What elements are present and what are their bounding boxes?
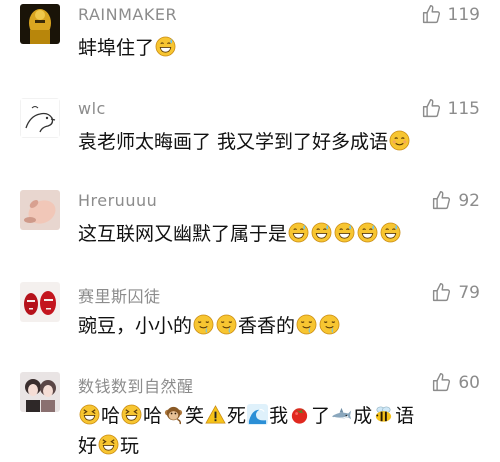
thumbs-up-icon (431, 282, 452, 303)
avatar-image (20, 4, 60, 44)
text-segment: 好 (78, 435, 98, 457)
like-count: 92 (458, 190, 480, 211)
grin-sweat-emoji (334, 222, 355, 243)
thumbs-up-icon (421, 98, 442, 119)
grin-sweat-emoji (288, 222, 309, 243)
text-segment: 玩 (120, 435, 140, 457)
comment-item: 赛里斯囚徒 79 豌豆，小小的 香香的 (0, 282, 500, 352)
thumbs-up-icon (421, 4, 442, 25)
username[interactable]: Hreruuuu (78, 191, 157, 210)
avatar-image (20, 372, 60, 412)
text-segment: 袁老师太晦画了 我又学到了好多成语 (78, 131, 389, 153)
text-segment: 香香的 (238, 315, 296, 337)
like-control: 119 (421, 4, 480, 25)
like-count: 115 (447, 98, 480, 119)
comment-text: 蚌埠住了 (78, 33, 478, 63)
avatar[interactable] (20, 98, 60, 138)
grin-sweat-emoji (155, 36, 176, 57)
drooling-emoji (193, 314, 214, 335)
like-count: 60 (458, 372, 480, 393)
thumbs-up-icon (431, 190, 452, 211)
thumbs-up-icon (431, 372, 452, 393)
like-control: 60 (431, 372, 480, 393)
like-button[interactable]: 119 (421, 4, 480, 25)
username[interactable]: wlc (78, 99, 106, 118)
comment-text: 袁老师太晦画了 我又学到了好多成语 (78, 127, 478, 157)
text-segment: 哈 (101, 405, 121, 427)
like-button[interactable]: 92 (431, 190, 480, 211)
blush-smile-emoji (389, 130, 410, 151)
text-segment: 了 (311, 405, 331, 427)
comment-item: RAINMAKER 119 蚌埠住了 (0, 4, 500, 74)
like-control: 79 (431, 282, 480, 303)
avatar[interactable] (20, 282, 60, 322)
drooling-emoji (296, 314, 317, 335)
text-segment: 哈 (143, 405, 163, 427)
wave-icon (247, 404, 269, 425)
text-segment: 我 (269, 405, 289, 427)
grin-sweat-emoji (357, 222, 378, 243)
like-count: 79 (458, 282, 480, 303)
comment-list: RAINMAKER 119 蚌埠住了 wlc 115 袁老师太晦画了 我又学到了… (0, 0, 500, 462)
shark-icon (331, 404, 352, 425)
bee-icon (373, 404, 394, 425)
like-button[interactable]: 60 (431, 372, 480, 393)
text-segment: 死 (227, 405, 247, 427)
tomato-icon (289, 404, 310, 425)
avatar[interactable] (20, 372, 60, 412)
laughing-emoji (121, 404, 142, 425)
drooling-emoji (319, 314, 340, 335)
grin-sweat-emoji (311, 222, 332, 243)
warning-icon (205, 404, 226, 425)
comment-item: 数钱数到自然醒 60 哈哈笑死我了成语好玩 (0, 372, 500, 462)
comment-item: wlc 115 袁老师太晦画了 我又学到了好多成语 (0, 98, 500, 168)
text-segment: 成 (353, 405, 373, 427)
monkey-icon (163, 404, 184, 425)
text-segment: 这互联网又幽默了属于是 (78, 223, 288, 245)
comment-text: 这互联网又幽默了属于是 (78, 219, 478, 249)
text-segment: 蚌埠住了 (78, 37, 155, 59)
like-button[interactable]: 115 (421, 98, 480, 119)
username[interactable]: RAINMAKER (78, 5, 177, 24)
grin-sweat-emoji (380, 222, 401, 243)
like-control: 92 (431, 190, 480, 211)
username[interactable]: 赛里斯囚徒 (78, 283, 161, 307)
comment-text: 哈哈笑死我了成语好玩 (78, 401, 478, 461)
comment-text: 豌豆，小小的 香香的 (78, 311, 478, 341)
laughing-emoji (79, 404, 100, 425)
avatar[interactable] (20, 4, 60, 44)
avatar-image (20, 190, 60, 230)
like-control: 115 (421, 98, 480, 119)
text-segment: 笑 (185, 405, 205, 427)
avatar-image (20, 282, 60, 322)
drooling-emoji (216, 314, 237, 335)
like-count: 119 (447, 4, 480, 25)
avatar-image (20, 98, 60, 138)
avatar[interactable] (20, 190, 60, 230)
text-segment: 语 (395, 405, 415, 427)
text-segment: 豌豆，小小的 (78, 315, 193, 337)
like-button[interactable]: 79 (431, 282, 480, 303)
comment-item: Hreruuuu 92 这互联网又幽默了属于是 (0, 190, 500, 260)
username[interactable]: 数钱数到自然醒 (78, 373, 194, 397)
laughing-emoji (98, 434, 119, 455)
